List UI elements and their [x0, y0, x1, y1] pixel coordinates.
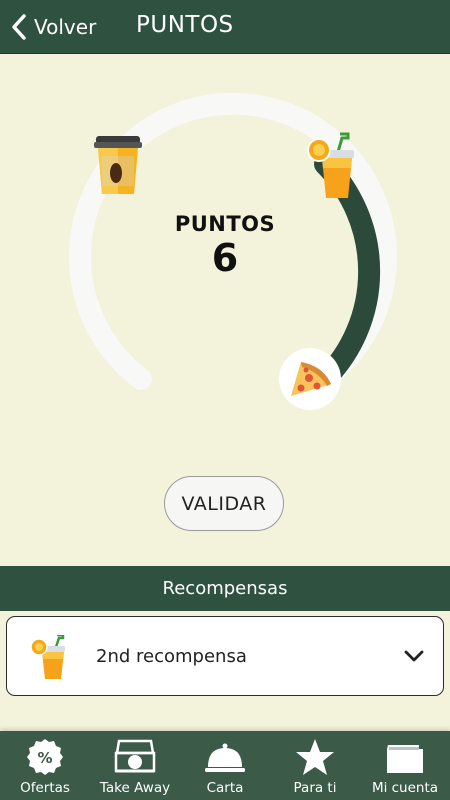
reward-item-label: 2nd recompensa — [96, 646, 247, 667]
pizza-box-icon — [114, 739, 156, 773]
app-header: Volver PUNTOS — [0, 0, 450, 54]
cloche-icon — [205, 743, 245, 772]
page-title: PUNTOS — [136, 12, 234, 38]
percent-badge-icon: % — [27, 739, 63, 775]
rewards-section-header: Recompensas — [0, 566, 450, 611]
nav-label-mi-cuenta: Mi cuenta — [371, 780, 439, 796]
back-button[interactable]: Volver — [10, 10, 96, 44]
juice-icon — [30, 635, 65, 679]
points-value: 6 — [211, 236, 239, 280]
nav-item-ofertas[interactable]: % Ofertas — [0, 731, 90, 800]
chevron-left-icon — [12, 14, 26, 40]
nav-item-take-away[interactable]: Take Away — [90, 731, 180, 800]
pizza-slice-icon — [279, 348, 341, 410]
chevron-down-icon[interactable] — [403, 647, 425, 665]
nav-label-carta: Carta — [206, 780, 244, 796]
reward-item[interactable]: 2nd recompensa — [6, 616, 444, 696]
card-icon — [387, 745, 423, 773]
nav-label-take-away: Take Away — [99, 780, 171, 796]
svg-text:%: % — [37, 749, 52, 767]
nav-item-para-ti[interactable]: Para ti — [270, 731, 360, 800]
nav-label-para-ti: Para ti — [293, 780, 337, 796]
validate-button[interactable]: VALIDAR — [164, 476, 284, 531]
bottom-nav: % Ofertas Take Away Carta Para ti Mi cue… — [0, 731, 450, 800]
nav-item-mi-cuenta[interactable]: Mi cuenta — [360, 731, 450, 800]
nav-item-carta[interactable]: Carta — [180, 731, 270, 800]
star-icon — [296, 739, 334, 775]
back-label: Volver — [34, 15, 97, 39]
points-label: PUNTOS — [174, 212, 276, 236]
nav-label-ofertas: Ofertas — [20, 780, 70, 796]
rewards-section-title: Recompensas — [162, 578, 288, 599]
